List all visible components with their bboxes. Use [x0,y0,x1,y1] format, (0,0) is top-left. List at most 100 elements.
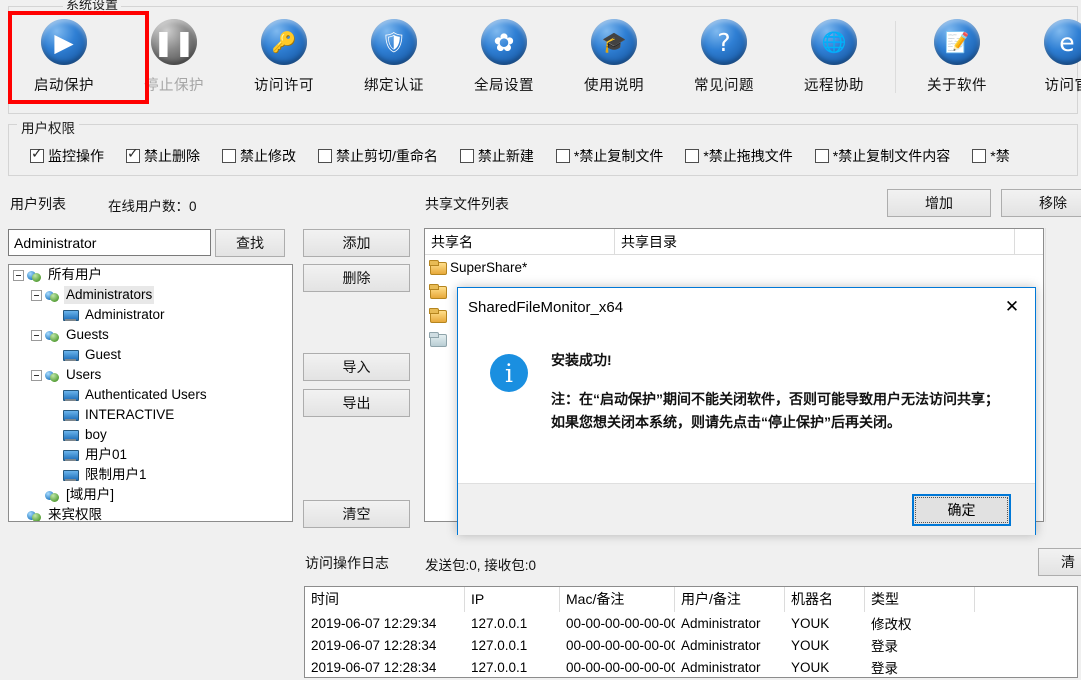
tree-item-用户01[interactable]: 用户01 [9,445,292,465]
collapse-icon[interactable] [31,329,42,341]
clear-log-button[interactable]: 清 [1038,548,1081,576]
permission-checkbox-禁止复制文件内容[interactable]: *禁止复制文件内容 [814,146,950,166]
ok-button[interactable]: 确定 [912,493,1011,526]
tree-item-Guest[interactable]: Guest [9,345,292,365]
log-cell: 127.0.0.1 [471,637,528,653]
log-table-header: 时间 IP Mac/备注 用户/备注 机器名 类型 [305,587,1077,612]
tree-item-boy[interactable]: boy [9,425,292,445]
tree-item-限制用户1[interactable]: 限制用户1 [9,465,292,485]
log-column-header[interactable]: IP [465,587,560,612]
checkbox-label: *禁 [990,148,1010,164]
collapse-icon[interactable] [31,369,42,381]
toolbar-button-访问许可[interactable]: 🔑 访问许可 [229,7,339,107]
log-column-header[interactable]: 用户/备注 [675,587,785,612]
toolbar-button-label: 常见问题 [694,78,754,94]
log-cell: YOUK [791,615,830,631]
collapse-icon[interactable] [13,269,24,281]
tree-item-INTERACTIVE[interactable]: INTERACTIVE [9,405,292,425]
log-column-header[interactable]: 类型 [865,587,975,612]
log-cell: 00-00-00-00-00-00 [566,637,675,653]
share-list-item[interactable]: SuperShare* [425,255,1043,279]
log-column-header[interactable]: 时间 [305,587,465,612]
permission-checkbox-禁止删除[interactable]: 禁止删除 [126,146,200,166]
permission-checkbox-row: 监控操作 禁止删除 禁止修改 禁止剪切/重命名 禁止新建 *禁止复制文件 *禁止拖拽文件 *禁… [30,144,1032,168]
checkbox-label: 监控操作 [48,148,104,164]
toolbar-button-访问官[interactable]: e 访问官 [1012,7,1081,107]
log-cell: 127.0.0.1 [471,615,528,631]
log-table-row[interactable]: 2019-06-07 12:28:34 127.0.0.1 00-00-00-00-… [305,656,1077,677]
graduation-cap-icon: 🎓 [591,19,637,65]
log-cell: 2019-06-07 12:28:34 [311,659,437,675]
tree-item-label: Guest [85,347,122,362]
collapse-icon[interactable] [31,289,42,301]
toolbar-separator [895,21,896,93]
checkbox-box [459,149,474,163]
share-column-header[interactable]: 共享目录 [615,229,1015,255]
permission-checkbox-禁[interactable]: *禁 [972,146,1010,166]
add-share-button[interactable]: 增加 [887,189,991,217]
tree-item-Administrator[interactable]: Administrator [9,305,292,325]
online-user-count: 在线用户数：0 [108,199,197,214]
tree-item-[域用户][interactable]: [域用户] [9,485,292,505]
folder-icon [429,308,447,323]
access-log-table[interactable]: 时间 IP Mac/备注 用户/备注 机器名 类型 2019-06-07 12:29:34… [304,586,1078,678]
tree-item-Users[interactable]: Users [9,365,292,385]
toolbar-button-label: 启动保护 [34,78,94,94]
shield-icon: 🛡 [371,19,417,65]
checkbox-label: 禁止删除 [144,148,200,164]
tree-item-所有用户[interactable]: 所有用户 [9,265,292,285]
import-button[interactable]: 导入 [303,353,410,381]
log-cell: 00-00-00-00-00-00 [566,615,675,631]
log-table-row[interactable]: 2019-06-07 12:29:34 127.0.0.1 00-00-00-00-… [305,612,1077,634]
toolbar-button-常见问题[interactable]: ? 常见问题 [669,7,779,107]
tree-item-Guests[interactable]: Guests [9,325,292,345]
internet-explorer-icon: e [1044,19,1081,65]
tree-item-label: 用户01 [85,447,128,462]
app-window: 系统设置 ▶ 启动保护 ❚❚ 停止保护 🔑 访问许可 🛡 绑定认证 ✿ 全局设置 🎓 使用说明? 常见问… [0,0,1081,680]
tree-item-label: Guests [66,327,109,342]
checkbox-label: *禁止拖拽文件 [703,148,793,164]
user-tree[interactable]: 所有用户 Administrators Administrator Guests Gue… [8,264,293,522]
permission-checkbox-禁止新建[interactable]: 禁止新建 [459,146,534,166]
share-column-header[interactable]: 共享名 [425,229,615,255]
export-button[interactable]: 导出 [303,389,410,417]
toolbar-button-使用说明[interactable]: 🎓 使用说明 [559,7,669,107]
log-table-row[interactable]: 2019-06-07 12:28:34 127.0.0.1 00-00-00-00-… [305,634,1077,656]
log-column-header[interactable]: Mac/备注 [560,587,675,612]
delete-user-button[interactable]: 删除 [303,264,410,292]
permission-checkbox-禁止复制文件[interactable]: *禁止复制文件 [555,146,663,166]
permission-checkbox-禁止剪切重命名[interactable]: 禁止剪切/重命名 [318,146,438,166]
share-list-header: 共享名 共享目录 [425,229,1043,255]
toolbar-button-关于软件[interactable]: 📝 关于软件 [902,7,1012,107]
remove-share-button[interactable]: 移除 [1001,189,1081,217]
permission-checkbox-监控操作[interactable]: 监控操作 [30,146,104,166]
question-icon: ? [701,19,747,65]
toolbar-button-label: 停止保护 [144,78,204,94]
permission-checkbox-禁止修改[interactable]: 禁止修改 [222,146,296,166]
main-toolbar: ▶ 启动保护 ❚❚ 停止保护 🔑 访问许可 🛡 绑定认证 ✿ 全局设置 🎓 使用说明? 常见问题 🌐 远程协… [9,7,1081,113]
tree-item-label: Administrator [85,307,165,322]
dialog-footer: 确定 [458,483,1035,535]
toolbar-button-远程协助[interactable]: 🌐 远程协助 [779,7,889,107]
tree-item-来宾权限[interactable]: 来宾权限 [9,505,292,521]
toolbar-button-全局设置[interactable]: ✿ 全局设置 [449,7,559,107]
share-list-scrollbar[interactable] [1045,228,1059,522]
toolbar-button-启动保护[interactable]: ▶ 启动保护 [9,7,119,107]
dialog-message: 注：在“启动保护”期间不能关闭软件，否则可能导致用户无法访问共享；如果您想关闭本… [551,391,999,430]
gear-icon: ✿ [481,19,527,65]
tree-item-Authenticated Users[interactable]: Authenticated Users [9,385,292,405]
log-cell: Administrator [681,637,761,653]
toolbar-button-绑定认证[interactable]: 🛡 绑定认证 [339,7,449,107]
tree-item-Administrators[interactable]: Administrators [9,285,292,305]
add-user-button[interactable]: 添加 [303,229,410,257]
search-button[interactable]: 查找 [215,229,285,257]
log-column-header[interactable]: 机器名 [785,587,865,612]
checkbox-box [222,149,236,163]
toolbar-button-label: 关于软件 [927,78,987,94]
permission-checkbox-禁止拖拽文件[interactable]: *禁止拖拽文件 [685,146,793,166]
close-icon[interactable]: ✕ [989,288,1035,326]
clear-users-button[interactable]: 清空 [303,500,410,528]
dialog-body: i 安装成功! 注：在“启动保护”期间不能关闭软件，否则可能导致用户无法访问共享… [458,326,1035,483]
dialog-titlebar: SharedFileMonitor_x64 ✕ [458,288,1035,326]
user-search-input[interactable] [8,229,211,256]
